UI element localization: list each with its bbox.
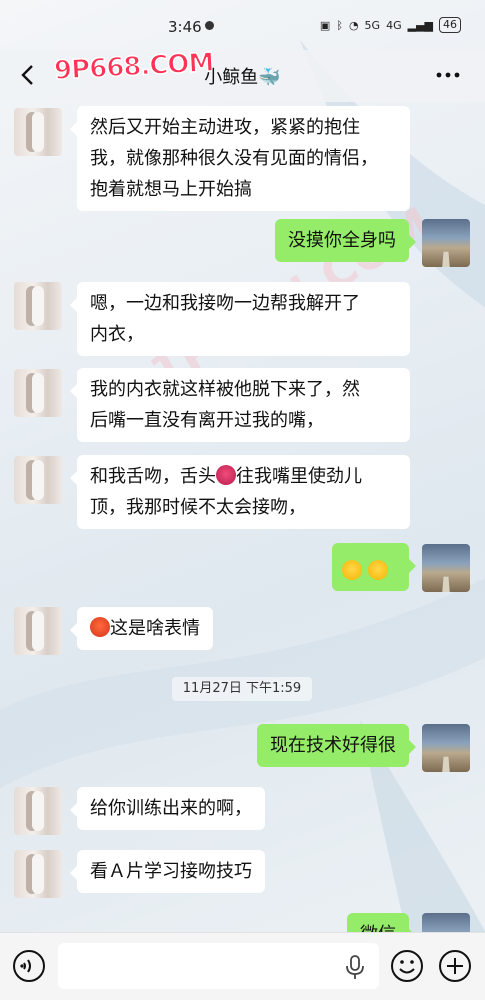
message-text-line: 然后又开始主动进攻，紧紧的抱住 — [90, 117, 360, 138]
message-text-line: 顶，我那时候不太会接吻， — [90, 497, 306, 518]
bluetooth-icon: ᛒ — [336, 18, 343, 32]
message-bubble-received[interactable]: 这是啥表情 — [70, 607, 213, 650]
message-text: 往我嘴里使劲儿 — [236, 466, 362, 487]
my-avatar[interactable] — [422, 724, 470, 772]
battery-indicator: 46 — [439, 17, 461, 33]
status-time: 3:46 — [168, 18, 202, 36]
my-avatar[interactable] — [422, 544, 470, 592]
tongue-emoji-icon — [216, 465, 236, 485]
contact-avatar[interactable] — [14, 850, 62, 898]
status-bar: 3:46 ▣ ᛒ ◔ 5G 4G ▂▄▆ 46 — [0, 0, 485, 50]
signal-label: 4G — [386, 18, 402, 32]
contact-avatar[interactable] — [14, 607, 62, 655]
input-toolbar — [0, 932, 485, 1000]
message-bubble-sent[interactable]: 没摸你全身吗 — [275, 219, 416, 262]
message-bubble-received[interactable]: 嗯，一边和我接吻一边帮我解开了 内衣， — [70, 282, 410, 356]
message-bubble-sent[interactable]: 微信 — [347, 913, 416, 932]
message-text-line: 抱着就想马上开始搞 — [90, 179, 252, 200]
contact-avatar[interactable] — [14, 369, 62, 417]
message-text: 看Ａ片学习接吻技巧 — [90, 861, 252, 882]
add-attachment-icon[interactable] — [438, 949, 472, 983]
chat-title: 小鲸鱼🐳 — [204, 67, 281, 88]
microphone-icon[interactable] — [344, 954, 366, 980]
nfc-icon: ▣ — [319, 18, 331, 32]
message-list: 然后又开始主动进攻，紧紧的抱住 我，就像那种很久没有见面的情侣， 抱着就想马上开… — [0, 102, 485, 932]
emoji-picker-icon[interactable] — [390, 949, 424, 983]
message-bubble-received[interactable]: 我的内衣就这样被他脱下来了，然 后嘴一直没有离开过我的嘴， — [70, 368, 410, 442]
contact-avatar[interactable] — [14, 787, 62, 835]
message-bubble-received[interactable]: 然后又开始主动进攻，紧紧的抱住 我，就像那种很久没有见面的情侣， 抱着就想马上开… — [70, 106, 410, 211]
message-text-line: 后嘴一直没有离开过我的嘴， — [90, 410, 324, 431]
message-input[interactable] — [58, 943, 379, 989]
my-avatar[interactable] — [422, 219, 470, 267]
network-label: 5G — [364, 18, 381, 32]
message-text: 没摸你全身吗 — [288, 230, 396, 251]
laughing-crying-emoji-icon — [367, 560, 388, 580]
message-text-line: 我，就像那种很久没有见面的情侣， — [90, 148, 378, 169]
message-bubble-sent[interactable]: 现在技术好得很 — [257, 724, 416, 767]
laughing-crying-emoji-icon — [342, 560, 362, 580]
message-bubble-sent[interactable] — [332, 543, 416, 591]
message-text-line: 和我舌吻，舌头 往我嘴里使劲儿 — [90, 461, 397, 492]
message-text: 和我舌吻，舌头 — [90, 466, 216, 487]
status-indicators: ▣ ᛒ ◔ 5G 4G ▂▄▆ 46 — [320, 17, 461, 33]
message-text: 现在技术好得很 — [270, 735, 396, 756]
signal-bars-icon: ▂▄▆ — [407, 18, 433, 32]
message-text-line: 嗯，一边和我接吻一边帮我解开了 — [90, 293, 360, 314]
contact-avatar[interactable] — [14, 282, 62, 330]
notification-dot-icon — [205, 21, 214, 30]
contact-avatar[interactable] — [14, 108, 62, 156]
message-bubble-received[interactable]: 看Ａ片学习接吻技巧 — [70, 850, 265, 893]
contact-avatar[interactable] — [14, 456, 62, 504]
more-options-icon[interactable] — [433, 62, 463, 88]
angry-emoji-icon — [90, 617, 110, 637]
message-timestamp: 11月27日 下午1:59 — [172, 677, 312, 701]
message-text-line: 内衣， — [90, 324, 144, 345]
chat-header: 9P668.COM 小鲸鱼🐳 — [0, 47, 485, 102]
my-avatar[interactable] — [422, 913, 470, 932]
voice-input-icon[interactable] — [12, 949, 46, 983]
message-bubble-received[interactable]: 和我舌吻，舌头 往我嘴里使劲儿 顶，我那时候不太会接吻， — [70, 455, 410, 529]
message-text: 微信 — [360, 924, 396, 932]
message-text: 给你训练出来的啊， — [90, 798, 252, 819]
wifi-icon: ◔ — [348, 18, 359, 32]
message-bubble-received[interactable]: 给你训练出来的啊， — [70, 787, 265, 830]
message-text-line: 我的内衣就这样被他脱下来了，然 — [90, 379, 360, 400]
message-text: 这是啥表情 — [110, 618, 200, 639]
